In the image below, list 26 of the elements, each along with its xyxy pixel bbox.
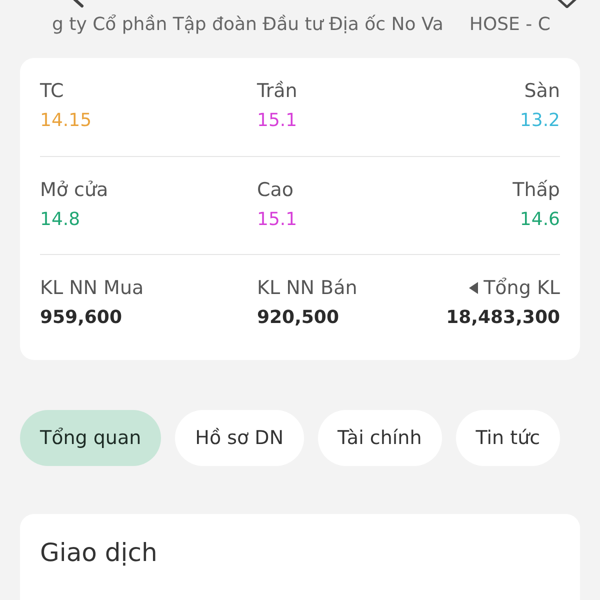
section-title: Giao dịch: [40, 538, 158, 567]
stat-value: 14.15: [40, 110, 93, 131]
tab[interactable]: Tổng quan: [20, 410, 162, 466]
stat-label: TC: [40, 80, 64, 102]
stat-label: Tổng KL: [484, 277, 560, 299]
stat-label: Sàn: [524, 80, 560, 102]
stat-value: 15.1: [257, 110, 298, 131]
stat-label: Thấp: [512, 179, 560, 201]
stat-label: Trần: [257, 80, 298, 102]
triangle-icon[interactable]: [468, 282, 478, 294]
stat-value: 18,483,300: [446, 307, 560, 328]
stat-value: 14.8: [40, 209, 82, 230]
stat-label: KL NN Mua: [40, 277, 144, 299]
company-name: g ty Cổ phần Tập đoàn Đầu tư Địa ốc No Va: [52, 14, 444, 37]
stat-value: 959,600: [40, 307, 123, 328]
stat-label: KL NN Bán: [257, 277, 358, 299]
stat-label: Cao: [257, 179, 294, 201]
stat-value: 15.1: [257, 209, 298, 230]
tab[interactable]: Tài chính: [318, 410, 442, 466]
stat-label: Mở cửa: [40, 179, 108, 201]
stat-value: 13.2: [520, 110, 560, 131]
stat-value: 14.6: [520, 209, 560, 230]
exchange-label: HOSE - C: [469, 14, 550, 37]
stat-value: 920,500: [257, 307, 340, 328]
tab[interactable]: Tin tức: [456, 410, 560, 466]
tab[interactable]: Hồ sơ DN: [175, 410, 304, 466]
